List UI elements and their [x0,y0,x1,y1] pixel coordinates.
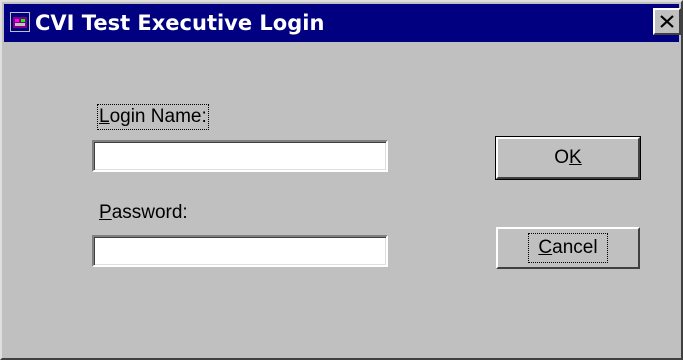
login-name-label: Login Name: [97,104,209,130]
app-window-icon [10,12,30,32]
close-button[interactable] [653,8,681,35]
password-label: Password: [99,202,188,223]
ok-button[interactable]: OK [495,136,641,180]
title-bar[interactable]: CVI Test Executive Login [4,4,681,42]
login-name-input[interactable] [92,140,388,172]
window-title: CVI Test Executive Login [35,11,325,35]
password-input[interactable] [92,235,388,267]
login-dialog: CVI Test Executive Login Login Name: Pas… [0,0,683,360]
close-icon [660,15,674,28]
cancel-button[interactable]: Cancel [496,227,640,269]
